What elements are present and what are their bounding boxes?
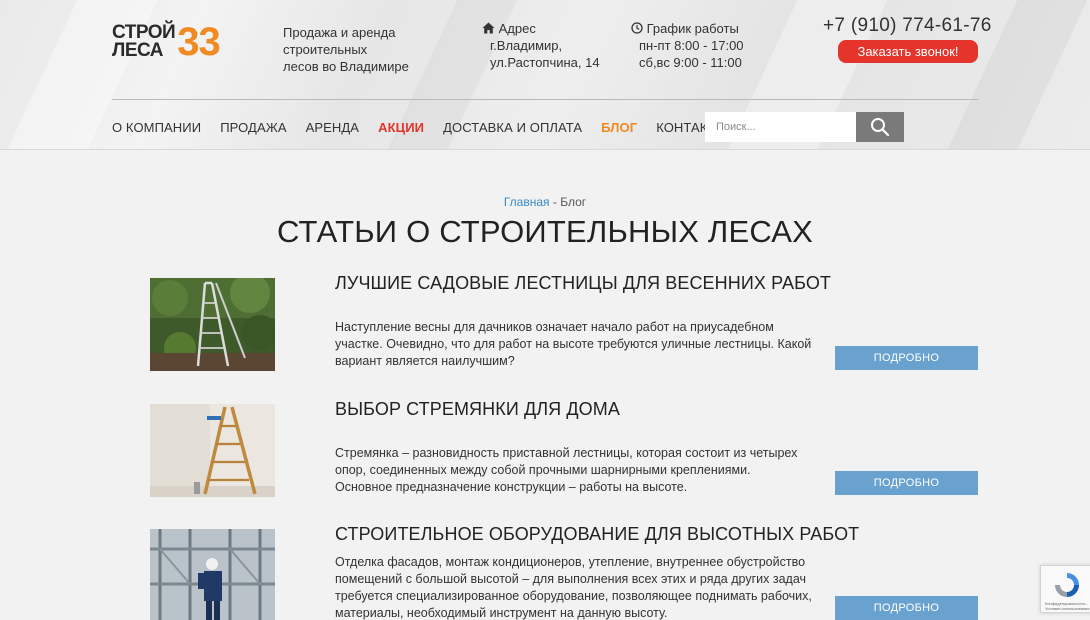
excerpt-line: участке. Очевидно, что для работ на высо… (335, 337, 812, 351)
article-title[interactable]: СТРОИТЕЛЬНОЕ ОБОРУДОВАНИЕ ДЛЯ ВЫСОТНЫХ Р… (335, 524, 895, 545)
search-icon (871, 118, 890, 137)
search-button[interactable] (856, 112, 904, 142)
schedule-block: График работы пн-пт 8:00 - 17:00 сб,вс 9… (631, 20, 744, 71)
article-card: ЛУЧШИЕ САДОВЫЕ ЛЕСТНИЦЫ ДЛЯ ВЕСЕННИХ РАБ… (150, 273, 980, 373)
read-more-button[interactable]: ПОДРОБНО (835, 346, 978, 370)
tagline-line: лесов во Владимире (283, 59, 409, 74)
article-excerpt: Отделка фасадов, монтаж кондиционеров, у… (335, 554, 815, 620)
search-input[interactable]: Поиск... (705, 112, 857, 142)
site-tagline: Продажа и аренда строительных лесов во В… (283, 24, 423, 75)
excerpt-line: Основное предназначение конструкции – ра… (335, 480, 688, 494)
nav-item-rent[interactable]: АРЕНДА (306, 120, 359, 135)
schedule-label: График работы (646, 21, 739, 36)
excerpt-line: материалы, необходимый инструмент на дан… (335, 606, 668, 620)
page-title: СТАТЬИ О СТРОИТЕЛЬНЫХ ЛЕСАХ (276, 214, 813, 249)
phone-number[interactable]: +7 (910) 774-61-76 (823, 15, 992, 37)
logo-number: 33 (177, 20, 220, 64)
schedule-weekend: сб,вс 9:00 - 11:00 (639, 55, 742, 70)
main-nav: О КОМПАНИИ ПРОДАЖА АРЕНДА АКЦИИ ДОСТАВКА… (112, 120, 746, 135)
recaptcha-icon (1055, 573, 1079, 597)
logo-text-line2: ЛЕСА (112, 40, 163, 61)
stepladder-image (150, 404, 275, 497)
excerpt-line: помещений с большой высотой – для выполн… (335, 572, 807, 586)
excerpt-line: опор, соединенных между собой прочными ш… (335, 463, 751, 477)
article-excerpt: Наступление весны для дачников означает … (335, 319, 815, 370)
breadcrumb-current: Блог (560, 195, 587, 209)
article-card: СТРОИТЕЛЬНОЕ ОБОРУДОВАНИЕ ДЛЯ ВЫСОТНЫХ Р… (150, 524, 980, 620)
scaffolding-worker-image (150, 529, 275, 620)
excerpt-line: Наступление весны для дачников означает … (335, 320, 774, 334)
article-thumbnail[interactable] (150, 404, 275, 497)
site-logo[interactable]: СТРОЙ ЛЕСА 33 (112, 20, 242, 64)
recaptcha-badge[interactable]: Конфиденциальность - Условия использован… (1040, 565, 1090, 613)
callback-button[interactable]: Заказать звонок! (838, 40, 978, 63)
home-icon (482, 22, 495, 34)
nav-item-company[interactable]: О КОМПАНИИ (112, 120, 201, 135)
breadcrumb-home[interactable]: Главная (504, 195, 550, 209)
excerpt-line: вариант является наилучшим? (335, 354, 515, 368)
nav-item-promotions[interactable]: АКЦИИ (378, 120, 424, 135)
nav-item-blog[interactable]: БЛОГ (601, 120, 637, 135)
address-label: Адрес (498, 21, 536, 36)
address-block: Адрес г.Владимир, ул.Растопчина, 14 (482, 20, 600, 71)
recaptcha-privacy-text: Конфиденциальность - Условия использован… (1045, 601, 1090, 611)
address-line1: г.Владимир, (490, 38, 563, 53)
breadcrumb-separator: - (549, 195, 561, 209)
nav-item-sale[interactable]: ПРОДАЖА (220, 120, 286, 135)
tagline-line: Продажа и аренда (283, 25, 396, 40)
garden-ladder-image (150, 278, 275, 371)
tagline-line: строительных (283, 42, 368, 57)
clock-icon (631, 22, 643, 34)
read-more-button[interactable]: ПОДРОБНО (835, 471, 978, 495)
article-thumbnail[interactable] (150, 529, 275, 620)
header-divider (112, 99, 978, 100)
article-card: ВЫБОР СТРЕМЯНКИ ДЛЯ ДОМА Стремянка – раз… (150, 399, 980, 499)
article-excerpt: Стремянка – разновидность приставной лес… (335, 445, 815, 496)
article-title[interactable]: ВЫБОР СТРЕМЯНКИ ДЛЯ ДОМА (335, 399, 895, 420)
breadcrumb: Главная - Блог (0, 195, 1090, 209)
schedule-weekdays: пн-пт 8:00 - 17:00 (639, 38, 744, 53)
address-line2: ул.Растопчина, 14 (490, 55, 600, 70)
excerpt-line: Отделка фасадов, монтаж кондиционеров, у… (335, 555, 806, 569)
read-more-button[interactable]: ПОДРОБНО (835, 596, 978, 620)
excerpt-line: требуется специализированное оборудовани… (335, 589, 812, 603)
nav-item-delivery[interactable]: ДОСТАВКА И ОПЛАТА (443, 120, 582, 135)
excerpt-line: Стремянка – разновидность приставной лес… (335, 446, 798, 460)
site-header: СТРОЙ ЛЕСА 33 Продажа и аренда строитель… (0, 0, 1090, 150)
article-title[interactable]: ЛУЧШИЕ САДОВЫЕ ЛЕСТНИЦЫ ДЛЯ ВЕСЕННИХ РАБ… (335, 273, 895, 294)
article-thumbnail[interactable] (150, 278, 275, 371)
